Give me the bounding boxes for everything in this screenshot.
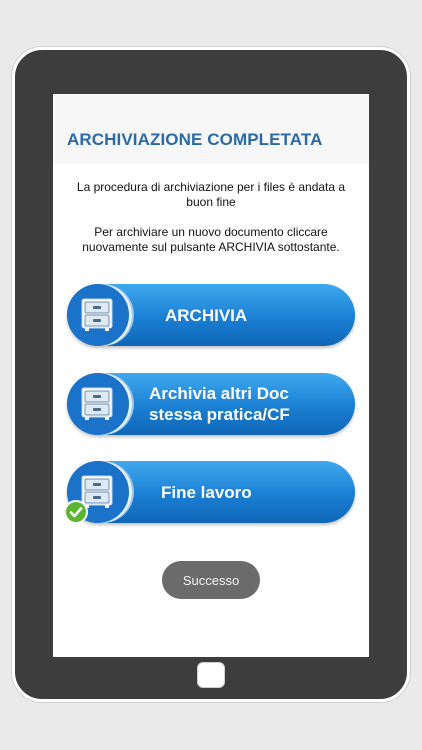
dialog-header: ARCHIVIAZIONE COMPLETATA	[53, 94, 369, 164]
archivia-altri-line2: stessa pratica/CF	[149, 405, 290, 424]
archivia-altri-label-lines: Archivia altri Doc stessa pratica/CF	[149, 383, 290, 425]
archivia-altri-icon-circle	[67, 373, 129, 435]
fine-lavoro-label: Fine lavoro	[141, 461, 347, 523]
success-toast: Successo	[162, 561, 260, 599]
archivia-altri-label: Archivia altri Doc stessa pratica/CF	[141, 373, 347, 435]
dialog-title: ARCHIVIAZIONE COMPLETATA	[67, 130, 323, 149]
success-message: La procedura di archiviazione per i file…	[76, 180, 346, 209]
archivia-button[interactable]: ARCHIVIA	[67, 284, 355, 346]
checkmark-glyph	[66, 502, 86, 522]
file-cabinet-icon	[81, 298, 113, 331]
app-screen: ARCHIVIAZIONE COMPLETATA La procedura di…	[53, 94, 369, 657]
checkmark-icon	[64, 500, 88, 524]
fine-lavoro-icon-circle	[64, 461, 129, 524]
instruction-message: Per archiviare un nuovo documento clicca…	[82, 225, 340, 254]
fine-lavoro-label-text: Fine lavoro	[161, 482, 252, 502]
archivia-altri-doc-button[interactable]: Archivia altri Doc stessa pratica/CF	[67, 373, 355, 435]
archivia-label: ARCHIVIA	[141, 284, 347, 346]
archivia-altri-line1: Archivia altri Doc	[149, 384, 289, 403]
archivia-icon-circle	[67, 284, 129, 346]
archivia-label-text: ARCHIVIA	[165, 305, 248, 325]
home-button[interactable]	[197, 662, 225, 688]
file-cabinet-icon	[81, 387, 113, 420]
fine-lavoro-button[interactable]: Fine lavoro	[64, 461, 355, 524]
